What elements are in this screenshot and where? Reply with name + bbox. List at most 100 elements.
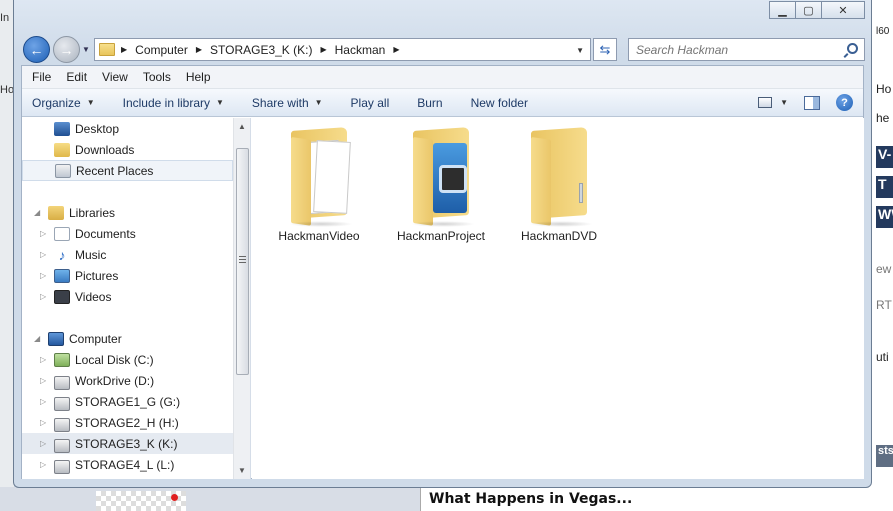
menu-help[interactable]: Help [186,70,211,84]
chevron-right-icon[interactable]: ▶ [320,45,326,54]
folder-item-hackmanproject[interactable]: HackmanProject [386,125,496,243]
expand-arrow-icon[interactable]: ▷ [40,250,50,259]
libraries-icon [48,205,64,220]
nav-item-local-disk-c[interactable]: ▷ Local Disk (C:) [22,349,233,370]
back-button[interactable]: ← [23,36,50,63]
play-all-button[interactable]: Play all [351,96,390,110]
preview-pane-icon[interactable] [804,95,820,110]
nav-item-storage4-l[interactable]: ▷ STORAGE4_L (L:) [22,454,233,475]
recent-pages-dropdown-icon[interactable]: ▼ [82,45,90,54]
scroll-down-icon[interactable]: ▼ [238,466,246,475]
command-bar: Organize ▼ Include in library ▼ Share with… [22,89,863,117]
downloads-folder-icon [54,142,70,157]
drive-icon [54,375,70,390]
nav-item-videos[interactable]: ▷ Videos [22,286,233,307]
local-disk-icon [54,352,70,367]
nav-item-pictures[interactable]: ▷ Pictures [22,265,233,286]
documents-icon [54,226,70,241]
chevron-right-icon[interactable]: ▶ [393,45,399,54]
pictures-icon [54,268,70,283]
new-folder-button[interactable]: New folder [471,96,528,110]
close-button[interactable]: ✕ [821,1,865,19]
nav-item-workdrive-d[interactable]: ▷ WorkDrive (D:) [22,370,233,391]
expand-arrow-icon[interactable]: ▷ [40,397,50,406]
nav-item-downloads[interactable]: Downloads [22,139,233,160]
explorer-window: ▁ ▢ ✕ ← → ▼ ▶ Computer ▶ STORAGE3_K (K:)… [13,0,872,488]
background-text: WW [876,206,893,228]
background-bottom-strip: What Happens in Vegas... [0,487,893,511]
nav-item-storage2-h[interactable]: ▷ STORAGE2_H (H:) [22,412,233,433]
organize-button[interactable]: Organize ▼ [32,96,95,110]
background-text: V- [876,146,893,168]
menu-edit[interactable]: Edit [66,70,87,84]
computer-icon [48,331,64,346]
background-text: Ho [876,82,892,96]
breadcrumb-computer[interactable]: Computer [135,43,188,57]
minimize-button[interactable]: ▁ [769,1,796,19]
help-icon[interactable]: ? [836,94,853,111]
expand-arrow-icon[interactable]: ▷ [40,376,50,385]
maximize-button[interactable]: ▢ [795,1,822,19]
include-in-library-button[interactable]: Include in library ▼ [123,96,224,110]
nav-item-label: Local Disk (C:) [75,352,154,367]
nav-scrollbar[interactable]: ▲ ▼ [233,118,250,479]
music-icon: ♪ [54,247,70,262]
burn-button[interactable]: Burn [417,96,442,110]
folder-with-documents-icon [283,125,355,227]
expand-arrow-icon[interactable]: ▷ [40,292,50,301]
view-options-dropdown-icon[interactable]: ▼ [780,98,788,107]
background-news-panel: What Happens in Vegas... [420,487,893,511]
nav-item-label: Pictures [75,268,119,283]
chevron-right-icon[interactable]: ▶ [196,45,202,54]
menu-view[interactable]: View [102,70,128,84]
nav-item-music[interactable]: ▷ ♪ Music [22,244,233,265]
background-text: ew [876,262,892,276]
nav-item-computer[interactable]: ◢ Computer [22,328,233,349]
grip-icon [239,256,246,263]
scrollbar-thumb[interactable] [236,148,249,375]
nav-item-desktop[interactable]: Desktop [22,118,233,139]
menu-file[interactable]: File [32,70,51,84]
address-dropdown-icon[interactable]: ▼ [576,46,584,55]
burn-label: Burn [417,95,443,110]
navigation-row: ← → ▼ ▶ Computer ▶ STORAGE3_K (K:) ▶ Hac… [22,35,865,65]
expand-arrow-icon[interactable]: ▷ [40,418,50,427]
nav-item-libraries[interactable]: ◢ Libraries [22,202,233,223]
breadcrumb-folder[interactable]: Hackman [335,43,386,57]
menu-tools[interactable]: Tools [143,70,171,84]
search-input[interactable] [629,39,839,60]
chevron-right-icon[interactable]: ▶ [121,45,127,54]
address-bar[interactable]: ▶ Computer ▶ STORAGE3_K (K:) ▶ Hackman ▶… [94,38,591,61]
expand-arrow-icon[interactable]: ▷ [40,271,50,280]
nav-item-label: Downloads [75,142,135,157]
nav-item-label: WorkDrive (D:) [75,373,155,388]
nav-item-recent-places[interactable]: Recent Places [22,160,233,181]
folder-item-hackmandvd[interactable]: HackmanDVD [504,125,614,243]
search-box[interactable] [628,38,865,61]
forward-button[interactable]: → [53,36,80,63]
nav-item-storage3-k[interactable]: ▷ STORAGE3_K (K:) [22,433,233,454]
breadcrumb-drive[interactable]: STORAGE3_K (K:) [210,43,312,57]
background-text: In [0,12,10,24]
scroll-up-icon[interactable]: ▲ [238,122,246,131]
collapse-arrow-icon[interactable]: ◢ [34,334,44,343]
share-with-button[interactable]: Share with ▼ [252,96,323,110]
collapse-arrow-icon[interactable]: ◢ [34,208,44,217]
expand-arrow-icon[interactable]: ▷ [40,460,50,469]
nav-item-storage1-g[interactable]: ▷ STORAGE1_G (G:) [22,391,233,412]
expand-arrow-icon[interactable]: ▷ [40,229,50,238]
nav-item-label: Documents [75,226,136,241]
background-text: uti [876,350,889,364]
drive-icon [54,417,70,432]
drive-icon [54,438,70,453]
expand-arrow-icon[interactable]: ▷ [40,355,50,364]
search-icon[interactable] [847,43,858,54]
expand-arrow-icon[interactable]: ▷ [40,439,50,448]
news-title: What Happens in Vegas... [429,491,633,507]
folder-item-hackmanvideo[interactable]: HackmanVideo [264,125,374,243]
refresh-button[interactable]: ⇆ [593,38,617,61]
folder-name: HackmanDVD [520,229,598,243]
change-view-icon[interactable] [758,97,773,108]
nav-item-documents[interactable]: ▷ Documents [22,223,233,244]
background-text: RT [876,298,892,312]
